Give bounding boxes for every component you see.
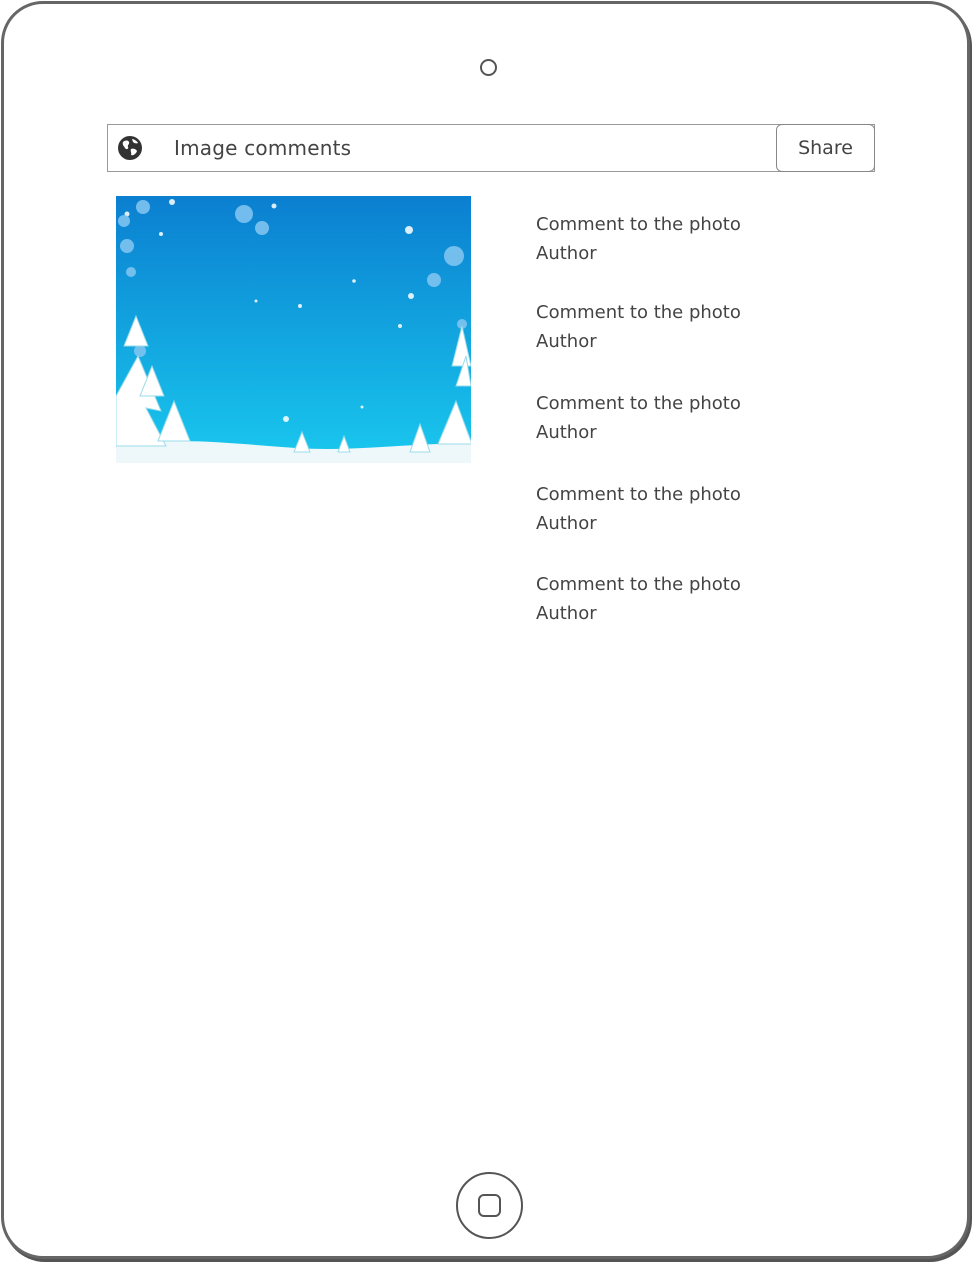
comment-item[interactable]: Comment to the photo Author [536, 389, 836, 447]
camera-icon [480, 59, 497, 76]
page-title: Image comments [174, 136, 352, 160]
comment-text: Comment to the photo [536, 302, 741, 323]
comment-text: Comment to the photo [536, 393, 741, 414]
comment-item[interactable]: Comment to the photo Author [536, 570, 836, 628]
globe-icon [118, 136, 142, 160]
comment-text: Comment to the photo [536, 484, 741, 505]
comment-author: Author [536, 243, 597, 264]
comment-author: Author [536, 331, 597, 352]
comment-author: Author [536, 422, 597, 443]
tablet-frame: Image comments Share Comment to the phot… [1, 1, 970, 1259]
header-bar: Image comments Share [107, 124, 875, 172]
winter-scene-image [116, 196, 471, 463]
home-button[interactable] [456, 1172, 523, 1239]
comment-text: Comment to the photo [536, 214, 741, 235]
comment-author: Author [536, 513, 597, 534]
comment-item[interactable]: Comment to the photo Author [536, 298, 836, 356]
share-button[interactable]: Share [776, 124, 875, 172]
photo-image[interactable] [116, 196, 471, 463]
comment-text: Comment to the photo [536, 574, 741, 595]
comment-item[interactable]: Comment to the photo Author [536, 480, 836, 538]
comment-author: Author [536, 603, 597, 624]
home-square-icon [478, 1194, 501, 1217]
comment-item[interactable]: Comment to the photo Author [536, 210, 836, 268]
